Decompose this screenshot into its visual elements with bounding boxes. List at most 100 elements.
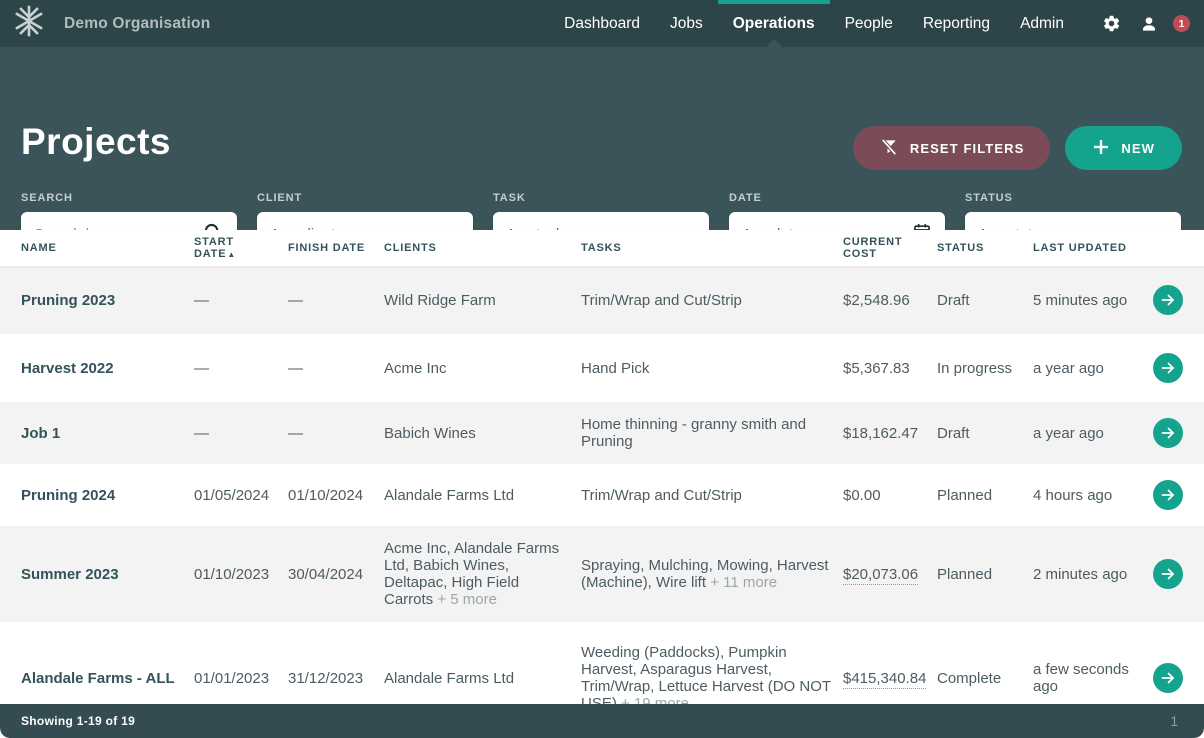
nav-item-people[interactable]: People xyxy=(830,0,908,47)
project-name: Alandale Farms - ALL xyxy=(21,670,194,687)
column-header-start-date[interactable]: START DATE▲ xyxy=(194,236,288,260)
status: Planned xyxy=(937,487,1033,504)
search-filter-label: SEARCH xyxy=(21,192,237,204)
finish-date: 30/04/2024 xyxy=(288,566,384,583)
nav-item-dashboard[interactable]: Dashboard xyxy=(549,0,655,47)
page-title: Projects xyxy=(21,121,171,163)
status: In progress xyxy=(937,360,1033,377)
open-project-arrow-button[interactable] xyxy=(1153,663,1183,693)
table-row[interactable]: Harvest 2022 — — Acme Inc Hand Pick $5,3… xyxy=(0,334,1204,402)
status: Complete xyxy=(937,670,1033,687)
column-header-finish-date[interactable]: FINISH DATE xyxy=(288,242,384,254)
reset-filters-label: RESET FILTERS xyxy=(910,141,1024,156)
finish-date: 31/12/2023 xyxy=(288,670,384,687)
status: Planned xyxy=(937,566,1033,583)
task-filter-label: TASK xyxy=(493,192,709,204)
clients: Wild Ridge Farm xyxy=(384,292,581,309)
clients-more: + 5 more xyxy=(437,591,497,608)
brand-name: Demo Organisation xyxy=(64,15,210,33)
start-date: 01/10/2023 xyxy=(194,566,288,583)
open-project-arrow-button[interactable] xyxy=(1153,480,1183,510)
clients: Alandale Farms Ltd xyxy=(384,487,581,504)
clients: Babich Wines xyxy=(384,425,581,442)
tasks-more: + 11 more xyxy=(710,574,777,591)
settings-gear-icon[interactable] xyxy=(1097,10,1125,38)
nav-item-admin[interactable]: Admin xyxy=(1005,0,1079,47)
filter-off-icon xyxy=(879,137,899,160)
row-action xyxy=(1153,285,1183,315)
open-project-arrow-button[interactable] xyxy=(1153,285,1183,315)
last-updated: 2 minutes ago xyxy=(1033,566,1153,583)
project-name: Pruning 2024 xyxy=(21,487,194,504)
finish-date: — xyxy=(288,360,384,377)
new-label: NEW xyxy=(1121,141,1155,156)
row-action xyxy=(1153,480,1183,510)
page-header-section: Projects RESET FILTERS NEW xyxy=(0,47,1204,230)
pagination-footer: Showing 1-19 of 19 1 xyxy=(0,704,1204,738)
client-filter-label: CLIENT xyxy=(257,192,473,204)
start-date: 01/05/2024 xyxy=(194,487,288,504)
table-row[interactable]: Summer 2023 01/10/2023 30/04/2024 Acme I… xyxy=(0,526,1204,622)
current-cost: $0.00 xyxy=(843,487,937,504)
reset-filters-button[interactable]: RESET FILTERS xyxy=(853,126,1050,170)
last-updated: 4 hours ago xyxy=(1033,487,1153,504)
main-nav: Dashboard Jobs Operations People Reporti… xyxy=(549,0,1079,47)
table-header-row: NAME START DATE▲ FINISH DATE CLIENTS TAS… xyxy=(0,230,1204,266)
project-name: Harvest 2022 xyxy=(21,360,194,377)
finish-date: 01/10/2024 xyxy=(288,487,384,504)
clients: Acme Inc xyxy=(384,360,581,377)
current-cost: $5,367.83 xyxy=(843,360,937,377)
column-header-current-cost[interactable]: CURRENT COST xyxy=(843,236,937,260)
column-header-tasks[interactable]: TASKS xyxy=(581,242,843,254)
column-header-status[interactable]: STATUS xyxy=(937,242,1033,254)
start-date: 01/01/2023 xyxy=(194,670,288,687)
column-header-name[interactable]: NAME xyxy=(21,242,194,254)
project-name: Pruning 2023 xyxy=(21,292,194,309)
tasks: Hand Pick xyxy=(581,360,843,377)
table-row[interactable]: Pruning 2023 — — Wild Ridge Farm Trim/Wr… xyxy=(0,266,1204,334)
finish-date: — xyxy=(288,425,384,442)
current-cost: $415,340.84 xyxy=(843,670,937,687)
status-filter-label: STATUS xyxy=(965,192,1181,204)
row-action xyxy=(1153,353,1183,383)
tasks: Spraying, Mulching, Mowing, Harvest (Mac… xyxy=(581,557,843,591)
nav-item-jobs[interactable]: Jobs xyxy=(655,0,718,47)
top-navbar: Demo Organisation Dashboard Jobs Operati… xyxy=(0,0,1204,47)
table-row[interactable]: Job 1 — — Babich Wines Home thinning - g… xyxy=(0,402,1204,464)
column-header-last-updated[interactable]: LAST UPDATED xyxy=(1033,242,1153,254)
status: Draft xyxy=(937,292,1033,309)
user-account-icon[interactable] xyxy=(1135,10,1163,38)
last-updated: a year ago xyxy=(1033,425,1153,442)
table-row[interactable]: Pruning 2024 01/05/2024 01/10/2024 Aland… xyxy=(0,464,1204,526)
brand-home-link[interactable]: Demo Organisation xyxy=(12,0,210,47)
table-body: Pruning 2023 — — Wild Ridge Farm Trim/Wr… xyxy=(0,266,1204,734)
project-name: Summer 2023 xyxy=(21,566,194,583)
last-updated: 5 minutes ago xyxy=(1033,292,1153,309)
row-action xyxy=(1153,418,1183,448)
clients: Acme Inc, Alandale Farms Ltd, Babich Win… xyxy=(384,540,581,608)
open-project-arrow-button[interactable] xyxy=(1153,559,1183,589)
open-project-arrow-button[interactable] xyxy=(1153,353,1183,383)
nav-item-operations[interactable]: Operations xyxy=(718,0,830,47)
column-header-clients[interactable]: CLIENTS xyxy=(384,242,581,254)
notification-badge[interactable]: 1 xyxy=(1173,15,1190,32)
navbar-actions: 1 xyxy=(1079,0,1204,47)
new-project-button[interactable]: NEW xyxy=(1065,126,1182,170)
start-date: — xyxy=(194,425,288,442)
nav-item-reporting[interactable]: Reporting xyxy=(908,0,1005,47)
start-date: — xyxy=(194,292,288,309)
app-window: Demo Organisation Dashboard Jobs Operati… xyxy=(0,0,1204,738)
sort-ascending-icon: ▲ xyxy=(227,250,236,259)
finish-date: — xyxy=(288,292,384,309)
start-date: — xyxy=(194,360,288,377)
row-action xyxy=(1153,559,1183,589)
projects-table: NAME START DATE▲ FINISH DATE CLIENTS TAS… xyxy=(0,230,1204,734)
clients: Alandale Farms Ltd xyxy=(384,670,581,687)
current-cost: $18,162.47 xyxy=(843,425,937,442)
project-name: Job 1 xyxy=(21,425,194,442)
current-cost: $20,073.06 xyxy=(843,566,937,583)
open-project-arrow-button[interactable] xyxy=(1153,418,1183,448)
page-number[interactable]: 1 xyxy=(1170,714,1178,729)
tasks: Trim/Wrap and Cut/Strip xyxy=(581,292,843,309)
tasks: Home thinning - granny smith and Pruning xyxy=(581,416,843,450)
